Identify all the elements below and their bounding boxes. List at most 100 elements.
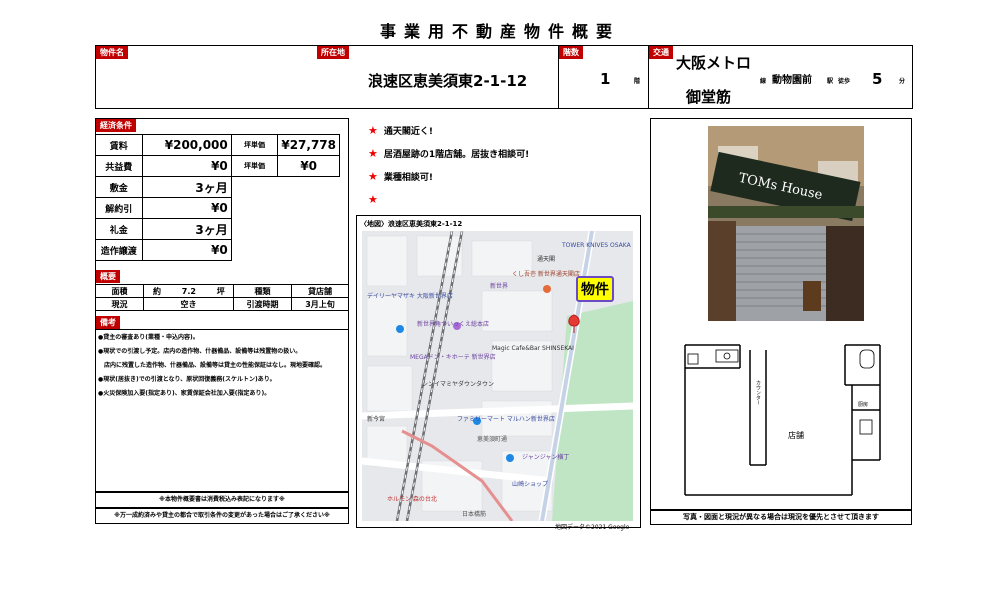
transport-label: 交通 bbox=[649, 46, 673, 59]
page-title: 事業用不動産物件概要 bbox=[379, 22, 620, 41]
area-label: 面積 bbox=[95, 284, 144, 298]
star-icon: ★ bbox=[368, 170, 378, 183]
overview-label: 概要 bbox=[96, 270, 120, 283]
status-label: 現況 bbox=[95, 297, 144, 311]
map-label: 通天閣 bbox=[537, 255, 555, 263]
economics-label: 経済条件 bbox=[96, 119, 136, 132]
floor-plan: カウンター 店舗 厨房 bbox=[680, 340, 890, 500]
location-value: 浪速区恵美須東2-1-12 bbox=[368, 72, 528, 90]
common-fee-label: 共益費 bbox=[95, 155, 143, 177]
common-tsubo-value: ¥0 bbox=[277, 155, 340, 177]
map-label: 新世界角ついっくえ総本店 bbox=[417, 320, 489, 328]
table-row: 現況 空き 引渡時期 3月上旬 bbox=[95, 297, 349, 311]
cancel-deduct-value: ¥0 bbox=[141, 197, 232, 219]
map-label: ホルモン 森の台北 bbox=[387, 495, 437, 503]
map-label: 山崎ショップ bbox=[512, 480, 548, 488]
tax-note: ※本物件概要書は消費税込み表記になります※ bbox=[159, 496, 285, 503]
map-credit: 地図データ©2021 Google bbox=[555, 524, 630, 531]
floor-value: 1 bbox=[600, 70, 611, 88]
area-unit: 坪 bbox=[216, 286, 225, 296]
line-suffix: 線 bbox=[760, 78, 767, 85]
table-row: 礼金 3ヶ月 bbox=[95, 218, 340, 240]
map-label: 新今宮 bbox=[367, 415, 385, 423]
photo-footer: 写真・図面と現況が異なる場合は現況を優先とさせて頂きます bbox=[683, 513, 879, 521]
type-label: 種類 bbox=[233, 284, 292, 298]
table-row: 面積 約 7.2 坪 種類 貸店舗 bbox=[95, 284, 349, 298]
remarks-list: ●貸主の審査あり(業種・申込内容)。 ●現状での引渡し予定。店内の造作物、什器備… bbox=[98, 331, 346, 401]
remark-line: ●現状(居抜き)での引渡となり、原状回復義務(スケルトン)あり。 bbox=[98, 376, 276, 383]
rent-tsubo-label: 坪単価 bbox=[230, 134, 279, 156]
map-label: デイリーヤマザキ 大阪新世界店 bbox=[367, 292, 453, 300]
remark-line: 店内に残置した造作物、什器備品、設備等は貸主の性能保証はなし。現地要確認。 bbox=[104, 362, 327, 369]
remark-line: ●現状での引渡し予定。店内の造作物、什器備品、設備等は残置物の扱い。 bbox=[98, 348, 302, 355]
rent-tsubo-value: ¥27,778 bbox=[277, 134, 340, 156]
floor-label: 階数 bbox=[559, 46, 583, 59]
common-fee-value: ¥0 bbox=[141, 155, 232, 177]
feature-item: ★ 通天閣近く! bbox=[368, 124, 433, 137]
map-label: Magic Cafe&Bar SHINSEKAI bbox=[492, 345, 574, 352]
area-value: 7.2 bbox=[181, 286, 196, 296]
storefront-photo: TOMs House bbox=[708, 126, 864, 321]
map-label: 新世界 bbox=[490, 282, 508, 290]
area-value-cell: 約 7.2 坪 bbox=[143, 284, 234, 298]
walk-minutes: 5 bbox=[872, 70, 883, 88]
map-label: 日本橋筋 bbox=[462, 510, 486, 518]
fixture-transfer-value: ¥0 bbox=[141, 239, 232, 261]
star-icon: ★ bbox=[368, 147, 378, 160]
area-prefix: 約 bbox=[153, 286, 161, 296]
star-icon: ★ bbox=[368, 124, 378, 137]
status-value: 空き bbox=[143, 297, 234, 311]
walk-unit: 分 bbox=[899, 78, 906, 85]
economics-table: 賃料 ¥200,000 坪単価 ¥27,778 共益費 ¥0 坪単価 ¥0 敷金… bbox=[95, 134, 340, 261]
handover-value: 3月上旬 bbox=[291, 297, 349, 311]
line-name-2: 御堂筋 bbox=[686, 88, 732, 106]
handover-label: 引渡時期 bbox=[233, 297, 292, 311]
map-label: 恵美須町通 bbox=[477, 435, 507, 443]
floor-plan-svg: カウンター 店舗 厨房 bbox=[684, 344, 881, 496]
map-svg: TOWER KNIVES OSAKA 通天閣 くし吾壱 新世界通天閣店 新世界 … bbox=[362, 231, 633, 521]
table-row: 敷金 3ヶ月 bbox=[95, 176, 340, 198]
map-label: くし吾壱 新世界通天閣店 bbox=[512, 270, 580, 278]
property-name-label: 物件名 bbox=[96, 46, 128, 59]
plan-counter-label: カウンター bbox=[755, 380, 761, 405]
plan-shop-label: 店舗 bbox=[788, 430, 804, 440]
change-note: ※万一成約済みや貸主の都合で取引条件の変更があった場合はご了承ください※ bbox=[114, 512, 330, 519]
type-value: 貸店舗 bbox=[291, 284, 349, 298]
key-money-label: 礼金 bbox=[95, 218, 143, 240]
feature-item: ★ bbox=[368, 193, 384, 206]
table-row: 造作譲渡 ¥0 bbox=[95, 239, 340, 261]
map-caption: 〈地図〉浪速区恵美須東2-1-12 bbox=[360, 220, 463, 228]
map-label: MEGAドン・キホーテ 新世界店 bbox=[410, 353, 496, 361]
line-name-1: 大阪メトロ bbox=[676, 54, 752, 72]
table-row: 解約引 ¥0 bbox=[95, 197, 340, 219]
plan-kitchen-label: 厨房 bbox=[858, 401, 868, 408]
common-tsubo-label: 坪単価 bbox=[230, 155, 279, 177]
marker-label: 物件 bbox=[581, 282, 609, 298]
overview-table: 面積 約 7.2 坪 種類 貸店舗 現況 空き 引渡時期 3月上旬 bbox=[95, 284, 349, 311]
map-image: TOWER KNIVES OSAKA 通天閣 くし吾壱 新世界通天閣店 新世界 … bbox=[362, 231, 633, 521]
map-label: TOWER KNIVES OSAKA bbox=[561, 242, 632, 249]
table-row: 賃料 ¥200,000 坪単価 ¥27,778 bbox=[95, 134, 340, 156]
map-label: ファミリーマート マルハン新世界店 bbox=[457, 415, 555, 423]
station-name: 動物園前 bbox=[772, 75, 812, 86]
remark-line: ●貸主の審査あり(業種・申込内容)。 bbox=[98, 334, 199, 341]
location-label: 所在地 bbox=[317, 46, 349, 59]
fixture-transfer-label: 造作譲渡 bbox=[95, 239, 143, 261]
deposit-value: 3ヶ月 bbox=[141, 176, 232, 198]
remark-line: ●火災保険加入要(指定あり)、家賃保証会社加入要(指定あり)。 bbox=[98, 390, 271, 397]
rent-label: 賃料 bbox=[95, 134, 143, 156]
key-money-value: 3ヶ月 bbox=[141, 218, 232, 240]
star-icon: ★ bbox=[368, 193, 378, 206]
remarks-label: 備考 bbox=[96, 316, 120, 329]
storefront-photo-svg: TOMs House bbox=[708, 126, 864, 321]
walk-label: 徒歩 bbox=[838, 78, 851, 85]
floor-unit: 階 bbox=[634, 78, 641, 85]
cancel-deduct-label: 解約引 bbox=[95, 197, 143, 219]
feature-item: ★ 業種相談可! bbox=[368, 170, 433, 183]
deposit-label: 敷金 bbox=[95, 176, 143, 198]
rent-value: ¥200,000 bbox=[141, 134, 232, 156]
marker-callout: 物件 bbox=[576, 276, 614, 302]
map-label: ジャンジャン横丁 bbox=[522, 453, 569, 461]
feature-item: ★ 居酒屋跡の1階店舗。居抜き相談可! bbox=[368, 147, 530, 160]
map-label: シンイマミヤダウンタウン bbox=[422, 380, 494, 388]
